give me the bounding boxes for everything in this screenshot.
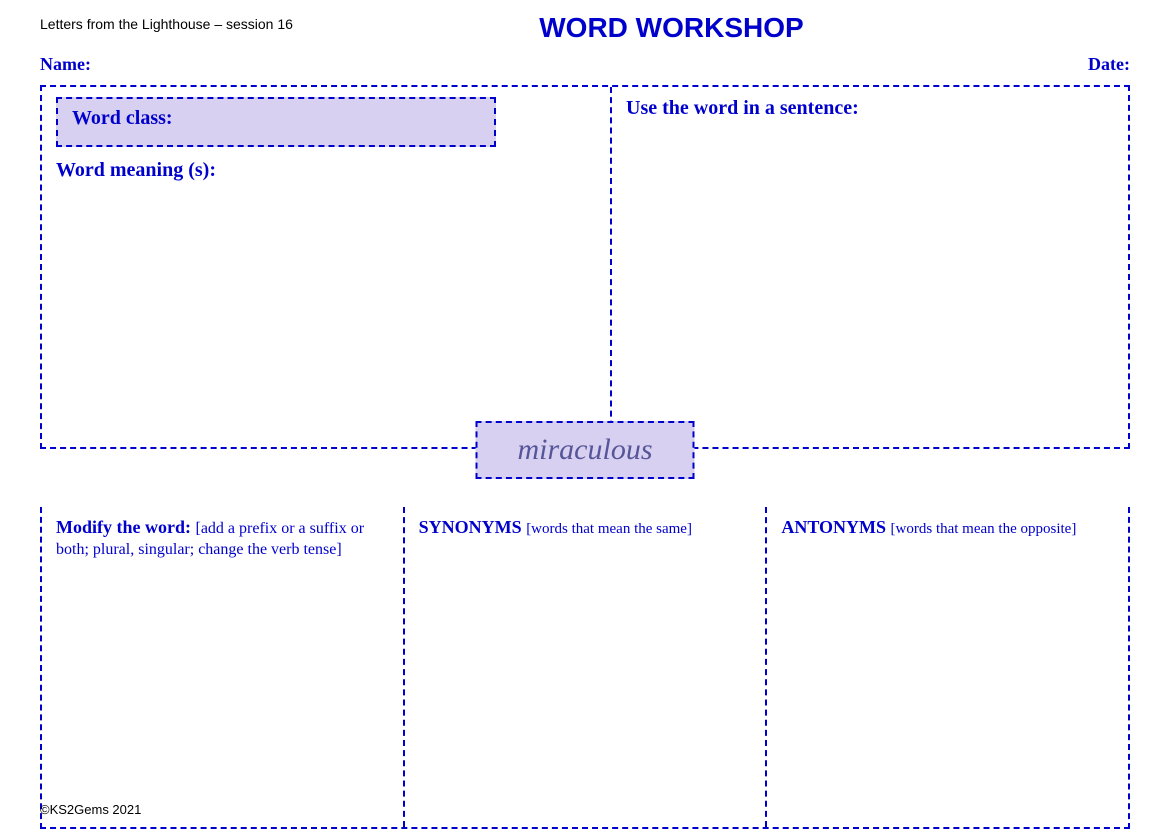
antonyms-title: ANTONYMS bbox=[781, 517, 886, 537]
synonyms-label: SYNONYMS [words that mean the same] bbox=[419, 517, 752, 538]
modify-word-title: Modify the word: bbox=[56, 517, 191, 537]
antonyms-label: ANTONYMS [words that mean the opposite] bbox=[781, 517, 1114, 538]
synonyms-section: SYNONYMS [words that mean the same] bbox=[405, 507, 768, 827]
antonyms-desc: [words that mean the opposite] bbox=[891, 521, 1077, 537]
word-class-box[interactable]: Word class: bbox=[56, 97, 496, 147]
date-label: Date: bbox=[1088, 54, 1130, 75]
featured-word: miraculous bbox=[476, 421, 695, 479]
left-top-panel: Word class: Word meaning (s): bbox=[42, 87, 612, 447]
word-meaning-section: Word meaning (s): bbox=[56, 159, 596, 182]
right-top-panel: Use the word in a sentence: bbox=[612, 87, 1128, 447]
synonyms-title: SYNONYMS bbox=[419, 517, 522, 537]
antonyms-section: ANTONYMS [words that mean the opposite] bbox=[767, 507, 1128, 827]
name-label: Name: bbox=[40, 54, 91, 75]
synonyms-desc: [words that mean the same] bbox=[526, 521, 692, 537]
featured-word-container: miraculous bbox=[476, 421, 695, 479]
footer-text: ©KS2Gems 2021 bbox=[40, 802, 141, 817]
main-title: WORD WORKSHOP bbox=[213, 12, 1130, 44]
modify-word-section: Modify the word: [add a prefix or a suff… bbox=[42, 507, 405, 827]
word-meaning-label: Word meaning (s): bbox=[56, 159, 596, 182]
word-class-label: Word class: bbox=[72, 107, 173, 129]
use-in-sentence-label: Use the word in a sentence: bbox=[626, 97, 1114, 120]
modify-word-label: Modify the word: [add a prefix or a suff… bbox=[56, 517, 389, 559]
